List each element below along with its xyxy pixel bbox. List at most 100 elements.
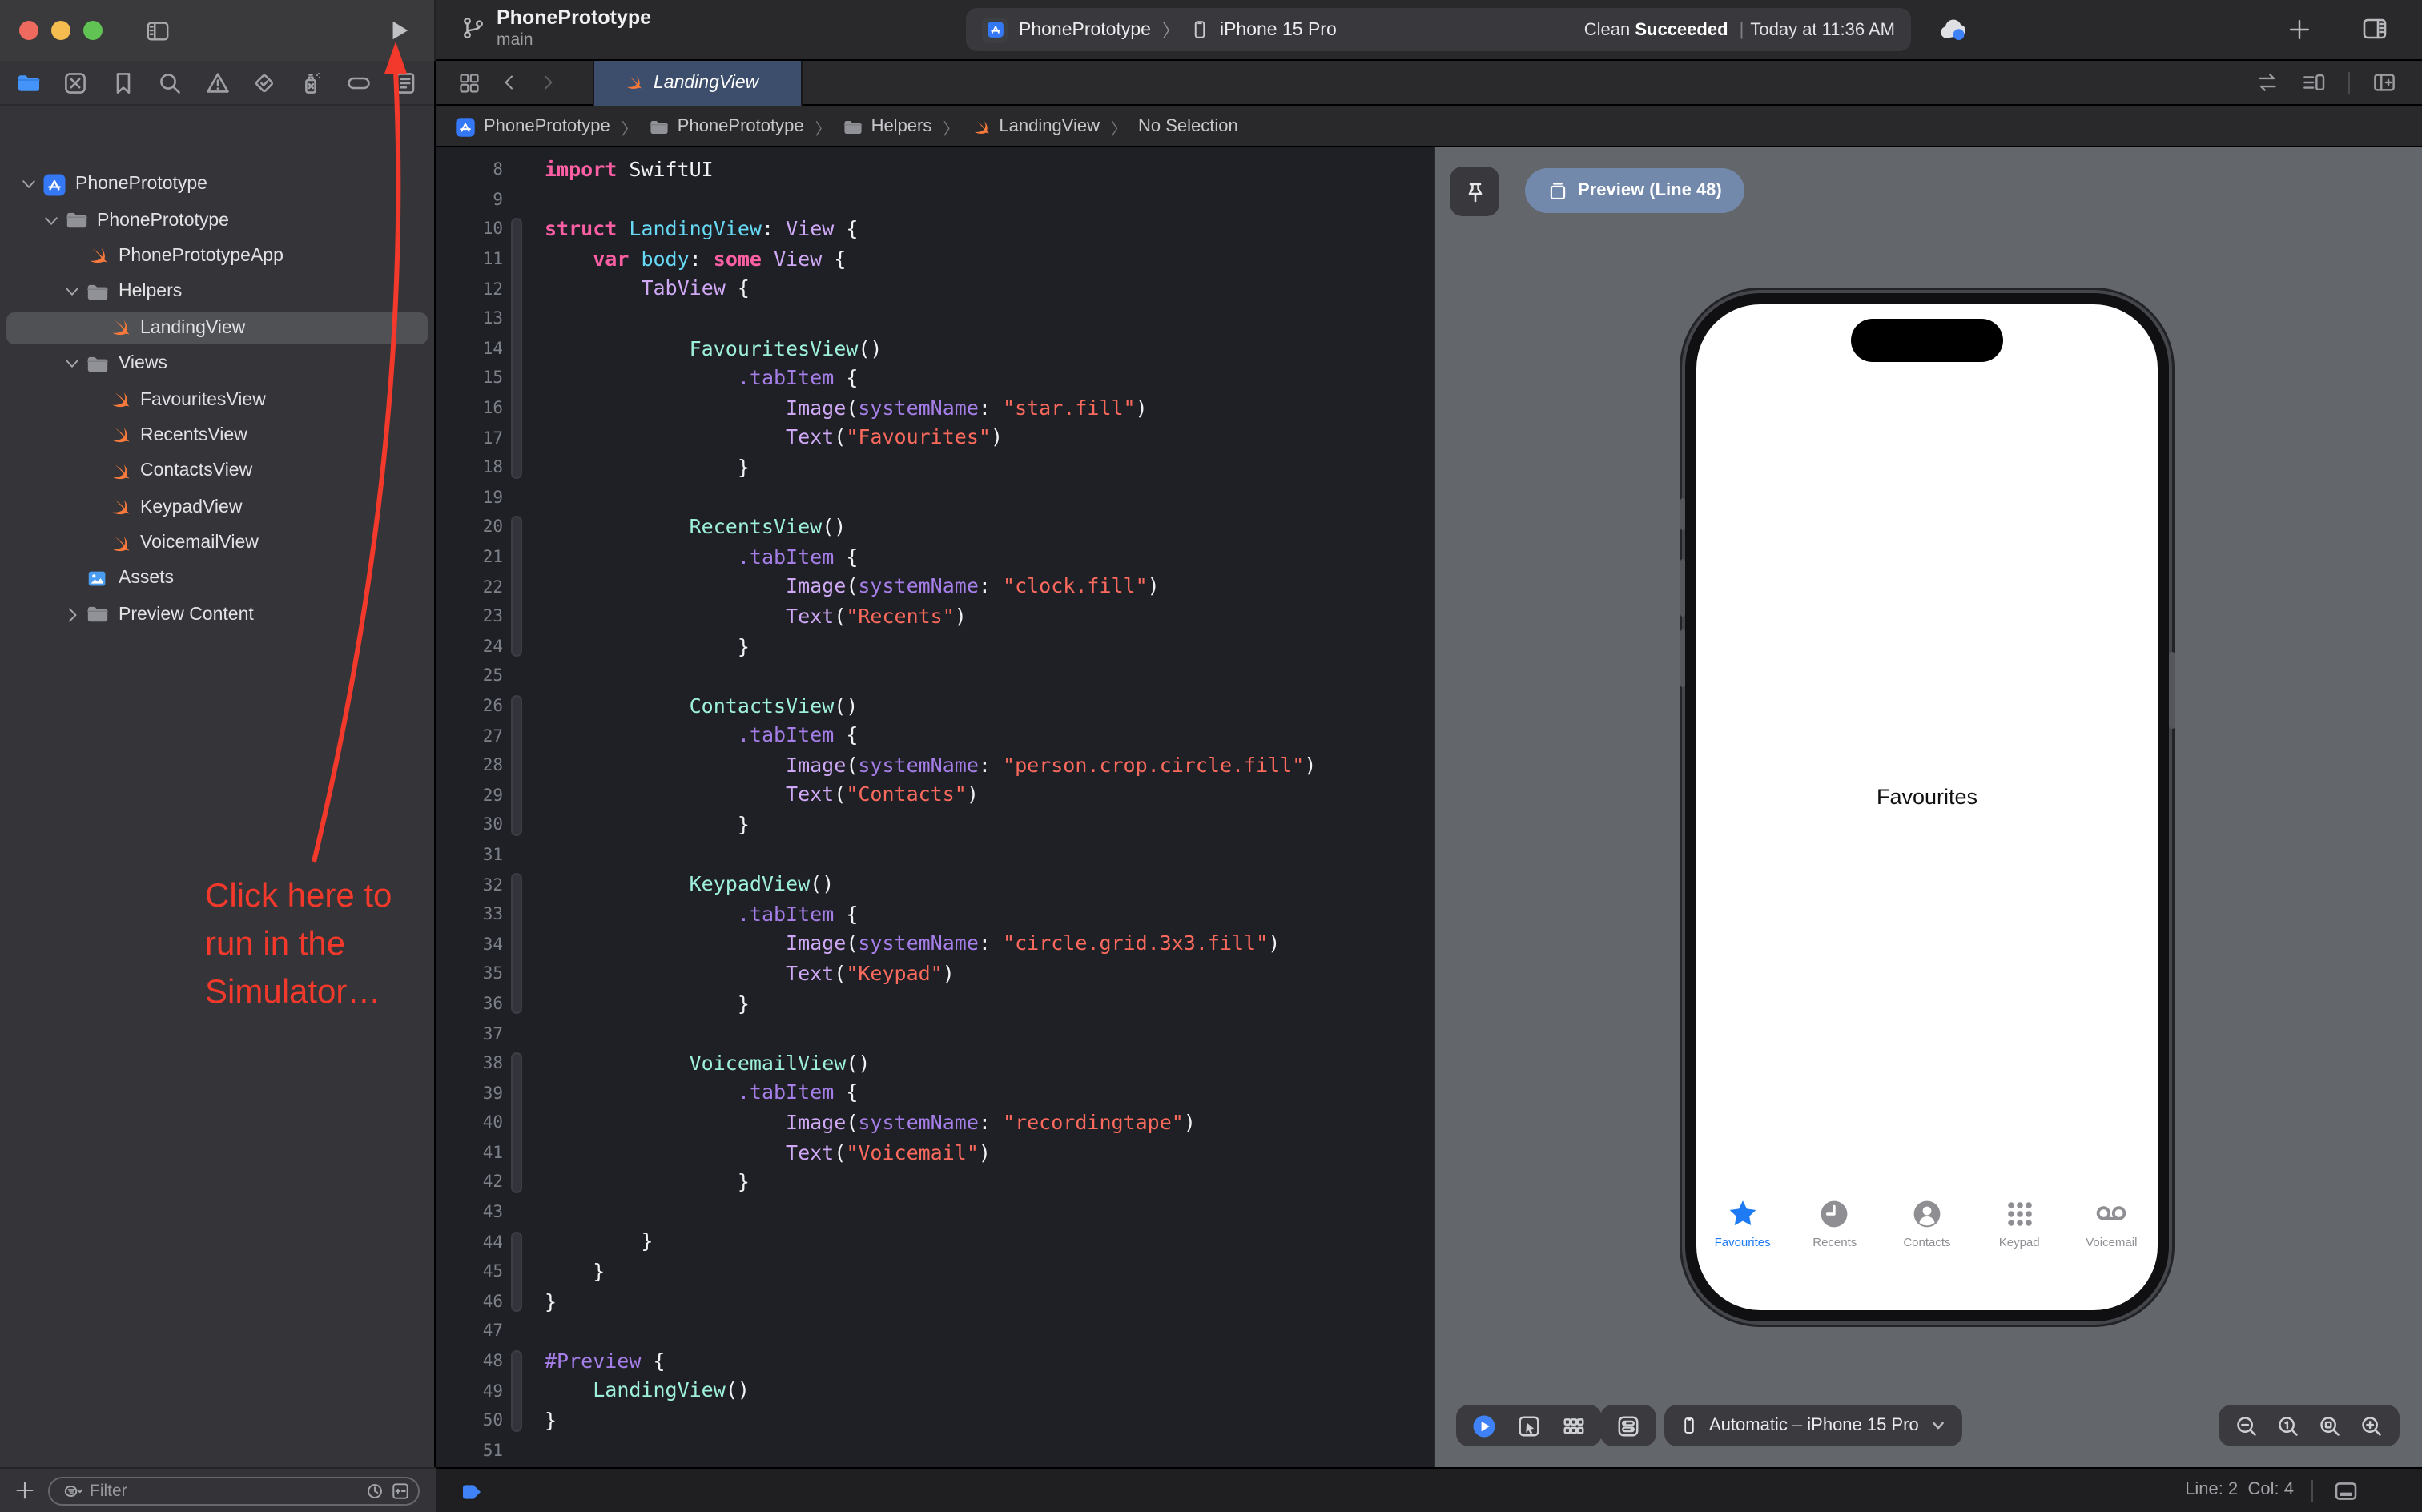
breadcrumb-item[interactable]: LandingView (970, 116, 1100, 137)
fold-ribbon-mark[interactable] (510, 1350, 521, 1432)
filter-flags-icon[interactable] (391, 1481, 410, 1500)
disclosure-right-icon[interactable] (62, 605, 82, 625)
zoom-window-button[interactable] (83, 21, 103, 40)
editor-layout-icon[interactable] (2331, 1478, 2361, 1504)
disclosure-down-icon[interactable] (62, 354, 82, 373)
code-line-51[interactable]: 51 (436, 1436, 1434, 1466)
code-line-27[interactable]: 27 .tabItem { (436, 722, 1434, 751)
navigator-tab-search-icon[interactable] (157, 70, 183, 95)
code-line-8[interactable]: 8 import SwiftUI (436, 155, 1434, 185)
fold-ribbon-mark[interactable] (510, 873, 521, 1015)
zoom-out-button[interactable] (2235, 1413, 2259, 1438)
breakpoints-toggle-icon[interactable] (460, 1483, 484, 1501)
fold-ribbon-mark[interactable] (510, 516, 521, 657)
code-line-10[interactable]: 10 struct LandingView: View { (436, 215, 1434, 244)
navigator-tab-testdiamond-icon[interactable] (251, 70, 277, 95)
disclosure-down-icon[interactable] (62, 283, 82, 302)
fold-ribbon-mark[interactable] (510, 1052, 521, 1193)
code-line-43[interactable]: 43 (436, 1198, 1434, 1228)
code-line-25[interactable]: 25 (436, 662, 1434, 691)
zoom-actual-size-button[interactable] (2276, 1413, 2300, 1438)
preview-device-selector[interactable]: Automatic – iPhone 15 Pro (1664, 1405, 1962, 1446)
code-line-9[interactable]: 9 (436, 185, 1434, 215)
fold-ribbon-mark[interactable] (510, 694, 521, 836)
recent-files-icon[interactable] (365, 1481, 384, 1500)
sidebar-item-views[interactable]: Views (0, 346, 434, 382)
code-line-45[interactable]: 45 } (436, 1257, 1434, 1287)
filter-field[interactable]: Filter (48, 1476, 420, 1505)
app-screen[interactable]: Favourites Favourites Recents Contacts Keyp… (1696, 304, 2158, 1310)
code-line-42[interactable]: 42 } (436, 1168, 1434, 1197)
code-line-11[interactable]: 11 var body: some View { (436, 245, 1434, 275)
related-items-icon[interactable] (458, 71, 481, 94)
code-line-12[interactable]: 12 TabView { (436, 275, 1434, 304)
sidebar-item-recentsview[interactable]: RecentsView (0, 417, 434, 453)
add-editor-tab-button[interactable] (2287, 18, 2311, 42)
disclosure-down-icon[interactable] (19, 175, 38, 194)
code-line-33[interactable]: 33 .tabItem { (436, 900, 1434, 930)
toggle-right-inspector-icon[interactable] (2360, 16, 2390, 42)
code-line-41[interactable]: 41 Text("Voicemail") (436, 1138, 1434, 1168)
code-line-30[interactable]: 30 } (436, 810, 1434, 840)
navigator-tab-capsule-icon[interactable] (345, 70, 371, 95)
scheme-device-label[interactable]: iPhone 15 Pro (1220, 20, 1337, 39)
phone-tab-favourites[interactable]: Favourites (1696, 1198, 1788, 1269)
code-review-icon[interactable] (2255, 70, 2279, 94)
fold-ribbon-mark[interactable] (510, 1231, 521, 1313)
code-line-18[interactable]: 18 } (436, 453, 1434, 483)
editor-options-icon[interactable] (2302, 70, 2326, 94)
code-line-16[interactable]: 16 Image(systemName: "star.fill") (436, 394, 1434, 424)
breadcrumb-item[interactable]: No Selection (1138, 117, 1238, 136)
navigator-tab-spray-icon[interactable] (299, 70, 324, 95)
zoom-to-fit-button[interactable] (2318, 1413, 2342, 1438)
code-line-22[interactable]: 22 Image(systemName: "clock.fill") (436, 573, 1434, 602)
source-editor[interactable]: 8 import SwiftUI 9 10 struct LandingView: Vi… (436, 147, 1434, 1467)
code-line-47[interactable]: 47 (436, 1317, 1434, 1346)
add-item-button[interactable] (14, 1480, 35, 1501)
navigator-tab-warning-icon[interactable] (204, 70, 230, 95)
code-line-28[interactable]: 28 Image(systemName: "person.crop.circle… (436, 751, 1434, 781)
code-line-48[interactable]: 48 #Preview { (436, 1347, 1434, 1377)
live-preview-button[interactable] (1472, 1413, 1496, 1438)
sidebar-item-favouritesview[interactable]: FavouritesView (0, 382, 434, 418)
code-line-36[interactable]: 36 } (436, 989, 1434, 1019)
phone-tab-voicemail[interactable]: Voicemail (2066, 1198, 2158, 1269)
sidebar-item-preview-content[interactable]: Preview Content (0, 597, 434, 633)
phone-tab-recents[interactable]: Recents (1788, 1198, 1881, 1269)
code-line-37[interactable]: 37 (436, 1019, 1434, 1048)
close-window-button[interactable] (19, 21, 38, 40)
code-line-46[interactable]: 46} (436, 1287, 1434, 1317)
add-editor-icon[interactable] (2372, 70, 2396, 94)
code-line-50[interactable]: 50} (436, 1406, 1434, 1436)
navigator-tab-bookmark-icon[interactable] (111, 70, 136, 95)
code-line-17[interactable]: 17 Text("Favourites") (436, 424, 1434, 453)
filter-options-icon[interactable] (64, 1481, 83, 1500)
sidebar-item-helpers[interactable]: Helpers (0, 274, 434, 310)
code-line-44[interactable]: 44 } (436, 1228, 1434, 1257)
selectable-mode-button[interactable] (1517, 1413, 1541, 1438)
breadcrumb-item[interactable]: Helpers (843, 116, 931, 137)
breadcrumb-item[interactable]: PhonePrototype (649, 116, 804, 137)
sidebar-item-landingview[interactable]: LandingView (0, 310, 434, 346)
device-settings-button[interactable] (1600, 1405, 1656, 1446)
code-line-19[interactable]: 19 (436, 483, 1434, 513)
navigator-tab-reportlist-icon[interactable] (392, 70, 418, 95)
code-line-38[interactable]: 38 VoicemailView() (436, 1049, 1434, 1079)
go-forward-icon[interactable] (538, 72, 557, 93)
code-line-13[interactable]: 13 (436, 304, 1434, 334)
toggle-left-sidebar-icon[interactable] (144, 18, 171, 42)
go-back-icon[interactable] (500, 72, 519, 93)
minimize-window-button[interactable] (51, 21, 70, 40)
variants-mode-button[interactable] (1562, 1413, 1586, 1438)
xcode-cloud-icon[interactable] (1932, 14, 1973, 45)
code-line-39[interactable]: 39 .tabItem { (436, 1079, 1434, 1108)
sidebar-item-phoneprototype[interactable]: PhonePrototype (0, 203, 434, 239)
scheme-target-label[interactable]: PhonePrototype (1019, 20, 1151, 39)
navigator-tab-xsquare-icon[interactable] (63, 70, 89, 95)
sidebar-item-keypadview[interactable]: KeypadView (0, 489, 434, 525)
disclosure-down-icon[interactable] (41, 211, 60, 230)
sidebar-item-phoneprototypeapp[interactable]: PhonePrototypeApp (0, 239, 434, 275)
code-line-23[interactable]: 23 Text("Recents") (436, 602, 1434, 632)
fold-ribbon-mark[interactable] (510, 218, 521, 479)
code-line-49[interactable]: 49 LandingView() (436, 1377, 1434, 1406)
